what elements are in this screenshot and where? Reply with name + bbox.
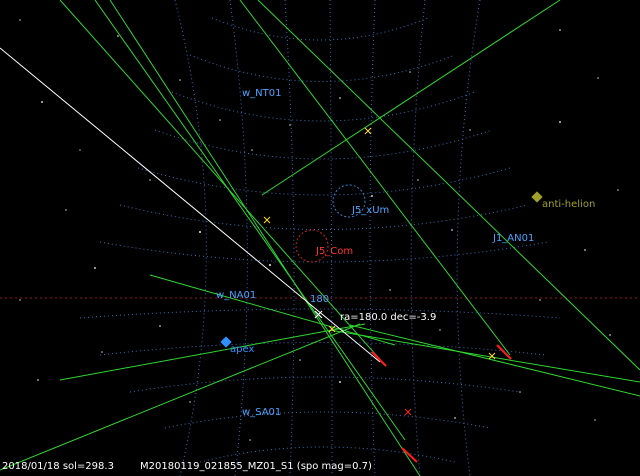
status-footer: 2018/01/18 sol=298.3 M20180119_021855_MZ… (0, 460, 640, 476)
label-w-sa01: w_SA01 (242, 407, 281, 418)
label-j1-an01: J1_AN01 (492, 233, 534, 244)
label-anti-helion: anti-helion (542, 199, 595, 210)
label-radiant-180: 180 (310, 294, 329, 305)
footer-capture-id: M20180119_021855_MZ01_S1 (spo mag=0.7) (140, 461, 372, 472)
label-j5-xum: J5_xUm (351, 205, 389, 216)
footer-date-sol: 2018/01/18 sol=298.3 (2, 461, 114, 472)
sky-chart: w_NT01 J5_xUm anti-helion J1_AN01 J5_Com… (0, 0, 640, 476)
label-ra-dec: ra=180.0 dec=-3.9 (340, 312, 436, 323)
label-w-na01: w_NA01 (216, 290, 256, 301)
label-j5-com: J5_Com (315, 246, 353, 257)
sky-background (0, 0, 640, 476)
label-w-nt01: w_NT01 (242, 88, 282, 99)
label-apex: apex (230, 344, 254, 355)
